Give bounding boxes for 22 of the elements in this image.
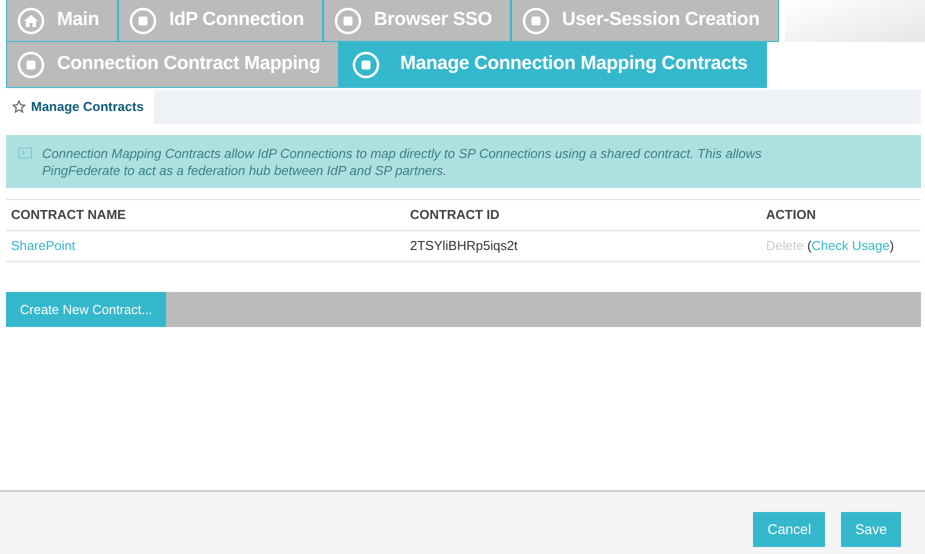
info-message: Connection Mapping Contracts allow IdP Connections to map directly to SP Connections using a shared contract. This allows PingFederate to act as a federation hub between IdP and SP partners. [42, 145, 763, 178]
check-usage-link[interactable]: Check Usage [812, 238, 890, 254]
nav-tab[interactable]: Manage Connection Mapping Contracts [339, 42, 767, 88]
cancel-button[interactable]: Cancel [753, 512, 826, 547]
contract-name-link[interactable]: SharePoint [11, 238, 76, 254]
parenthesis: ( [807, 238, 812, 254]
info-icon [18, 145, 32, 161]
column-header: ACTION [765, 206, 817, 224]
column-header: CONTRACT ID [409, 206, 501, 224]
parenthesis: ) [890, 238, 894, 254]
star-icon [12, 100, 26, 114]
home-icon [17, 6, 45, 34]
nav-tab[interactable]: Browser SSO [322, 0, 512, 42]
nav-tab[interactable]: Connection Contract Mapping [6, 42, 340, 88]
nav-tab[interactable]: IdP Connection [118, 0, 323, 42]
column-header: CONTRACT NAME [10, 206, 127, 224]
save-button[interactable]: Save [841, 512, 901, 547]
nav-tab[interactable]: User-Session Creation [511, 0, 779, 42]
create-contract-button[interactable]: Create New Contract... [6, 292, 166, 327]
table-cell-text: 2TSYliBHRp5iqs2t [409, 237, 519, 256]
nav-tab[interactable]: Main [6, 0, 118, 42]
sub-tab[interactable]: Manage Contracts [6, 90, 154, 124]
